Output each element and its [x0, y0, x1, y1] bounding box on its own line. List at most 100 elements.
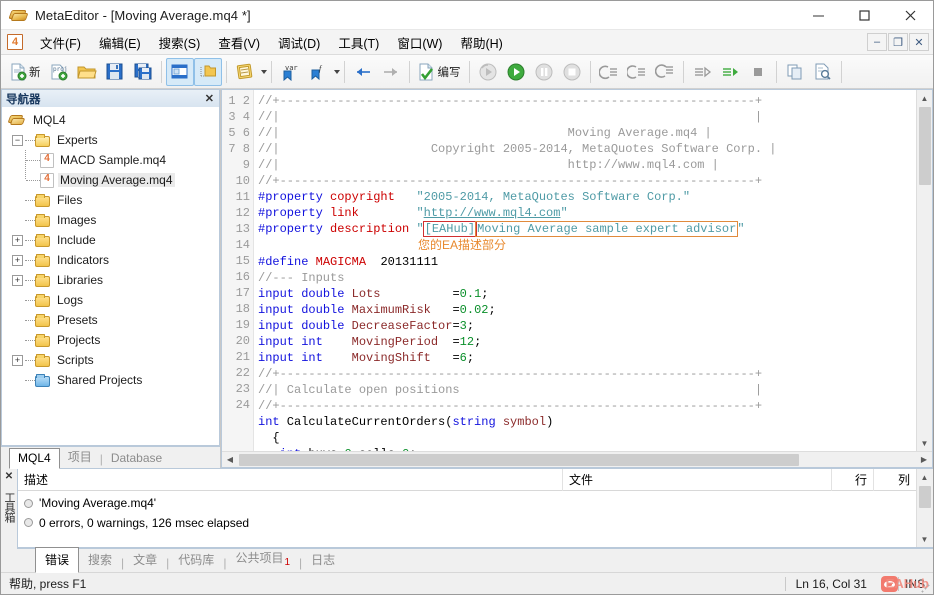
mdi-restore-button[interactable]: ❐	[888, 33, 908, 51]
resize-grip[interactable]	[921, 584, 931, 594]
toolbox-close-icon[interactable]: ✕	[5, 471, 13, 482]
rewind-button[interactable]	[474, 58, 502, 86]
tab-code-base[interactable]: 代码库	[169, 548, 223, 572]
scroll-up-icon[interactable]: ▲	[917, 90, 933, 106]
expand-expander-icon[interactable]: +	[12, 235, 23, 246]
tree-item-macd-sample[interactable]: MACD Sample.mq4	[2, 150, 219, 170]
column-header-description[interactable]: 描述	[18, 469, 563, 491]
tab-articles[interactable]: 文章	[124, 548, 166, 572]
menu-search[interactable]: 搜索(S)	[150, 30, 210, 55]
back-arrow-icon[interactable]	[349, 58, 377, 86]
copy-button[interactable]	[781, 58, 809, 86]
stop-button[interactable]	[558, 58, 586, 86]
scroll-thumb-horizontal[interactable]	[239, 454, 799, 466]
tab-errors[interactable]: 错误	[35, 547, 79, 573]
toolbar-separator	[161, 61, 162, 83]
tab-journal[interactable]: 日志	[302, 548, 344, 572]
step-into-button[interactable]	[595, 58, 623, 86]
scroll-track[interactable]	[917, 106, 933, 435]
tree-item-logs[interactable]: Logs	[2, 290, 219, 310]
tree-item-scripts[interactable]: + Scripts	[2, 350, 219, 370]
toolbox-vertical-scrollbar[interactable]: ▲ ▼	[916, 469, 932, 547]
editor-horizontal-scrollbar[interactable]: ◀ ▶	[222, 451, 932, 467]
debug-stop-button[interactable]	[744, 58, 772, 86]
expand-expander-icon[interactable]: +	[12, 355, 23, 366]
toggle-toolbox-button[interactable]	[194, 58, 222, 86]
column-header-file[interactable]: 文件	[563, 469, 832, 491]
scroll-up-icon[interactable]: ▲	[917, 469, 933, 485]
run-button[interactable]	[502, 58, 530, 86]
forward-arrow-icon[interactable]	[377, 58, 405, 86]
code-text-area[interactable]: //+-------------------------------------…	[254, 90, 916, 451]
find-in-file-button[interactable]	[809, 58, 837, 86]
debug-start-button[interactable]	[716, 58, 744, 86]
compile-button[interactable]: 编写	[414, 58, 465, 86]
table-row[interactable]: 'Moving Average.mq4'	[18, 491, 916, 515]
tree-item-moving-average[interactable]: Moving Average.mq4	[2, 170, 219, 190]
collapse-expander-icon[interactable]: −	[12, 135, 23, 146]
tree-item-indicators[interactable]: + Indicators	[2, 250, 219, 270]
expand-expander-icon[interactable]: +	[12, 255, 23, 266]
notes-dropdown-caret[interactable]	[261, 70, 267, 74]
tab-projects[interactable]: 项目	[60, 446, 100, 468]
row-bullet-icon	[24, 499, 33, 508]
tab-database[interactable]: Database	[103, 449, 170, 468]
menu-tools[interactable]: 工具(T)	[329, 30, 388, 55]
tree-root-mql4[interactable]: MQL4	[2, 110, 219, 130]
tree-connector	[25, 280, 35, 281]
menu-view[interactable]: 查看(V)	[209, 30, 269, 55]
tab-mql4[interactable]: MQL4	[9, 448, 60, 469]
mdi-minimize-button[interactable]: –	[867, 33, 887, 51]
scroll-right-icon[interactable]: ▶	[916, 452, 932, 468]
tree-item-shared-projects[interactable]: Shared Projects	[2, 370, 219, 390]
tree-item-files[interactable]: Files	[2, 190, 219, 210]
maximize-button[interactable]	[841, 1, 887, 30]
toggle-navigator-button[interactable]	[166, 58, 194, 86]
tree-label: Presets	[55, 313, 100, 327]
mql4-document-icon: 4	[7, 34, 23, 50]
scroll-track[interactable]	[917, 485, 933, 531]
open-file-button[interactable]	[73, 58, 101, 86]
menu-file[interactable]: 文件(F)	[31, 30, 90, 55]
table-row[interactable]: 0 errors, 0 warnings, 126 msec elapsed	[18, 515, 916, 530]
scroll-thumb[interactable]	[919, 107, 931, 185]
column-header-line[interactable]: 行	[832, 469, 874, 491]
tree-item-libraries[interactable]: + Libraries	[2, 270, 219, 290]
new-project-button[interactable]: proj	[45, 58, 73, 86]
tree-item-images[interactable]: Images	[2, 210, 219, 230]
menu-help[interactable]: 帮助(H)	[451, 30, 511, 55]
scroll-down-icon[interactable]: ▼	[917, 531, 933, 547]
tab-public-projects[interactable]: 公共项目1	[226, 546, 299, 572]
step-over-button[interactable]	[623, 58, 651, 86]
editor-vertical-scrollbar[interactable]: ▲ ▼	[916, 90, 932, 451]
minimize-button[interactable]	[795, 1, 841, 30]
column-header-col[interactable]: 列	[874, 469, 916, 491]
tree-item-presets[interactable]: Presets	[2, 310, 219, 330]
svg-text:proj: proj	[53, 66, 67, 73]
tree-item-projects[interactable]: Projects	[2, 330, 219, 350]
scroll-down-icon[interactable]: ▼	[917, 435, 933, 451]
bookmark-var-button[interactable]: var	[276, 58, 304, 86]
menu-debug[interactable]: 调试(D)	[269, 30, 329, 55]
scroll-thumb[interactable]	[919, 486, 931, 508]
close-button[interactable]	[887, 1, 933, 30]
expand-expander-icon[interactable]: +	[12, 275, 23, 286]
pause-button[interactable]	[530, 58, 558, 86]
tree-item-include[interactable]: + Include	[2, 230, 219, 250]
tab-search[interactable]: 搜索	[79, 548, 121, 572]
scroll-left-icon[interactable]: ◀	[222, 452, 238, 468]
mdi-close-button[interactable]: ✕	[909, 33, 929, 51]
notes-button[interactable]	[231, 58, 259, 86]
function-dropdown-caret[interactable]	[334, 70, 340, 74]
navigator-close-icon[interactable]: ✕	[205, 92, 214, 105]
debug-run-button[interactable]	[688, 58, 716, 86]
bookmark-function-button[interactable]: f	[304, 58, 332, 86]
menu-window[interactable]: 窗口(W)	[388, 30, 451, 55]
step-out-button[interactable]	[651, 58, 679, 86]
save-all-button[interactable]	[129, 58, 157, 86]
new-file-button[interactable]: 新	[5, 58, 45, 86]
save-button[interactable]	[101, 58, 129, 86]
menu-edit[interactable]: 编辑(E)	[90, 30, 150, 55]
tree-item-experts[interactable]: − Experts	[2, 130, 219, 150]
main-toolbar: 新 proj	[1, 55, 933, 89]
